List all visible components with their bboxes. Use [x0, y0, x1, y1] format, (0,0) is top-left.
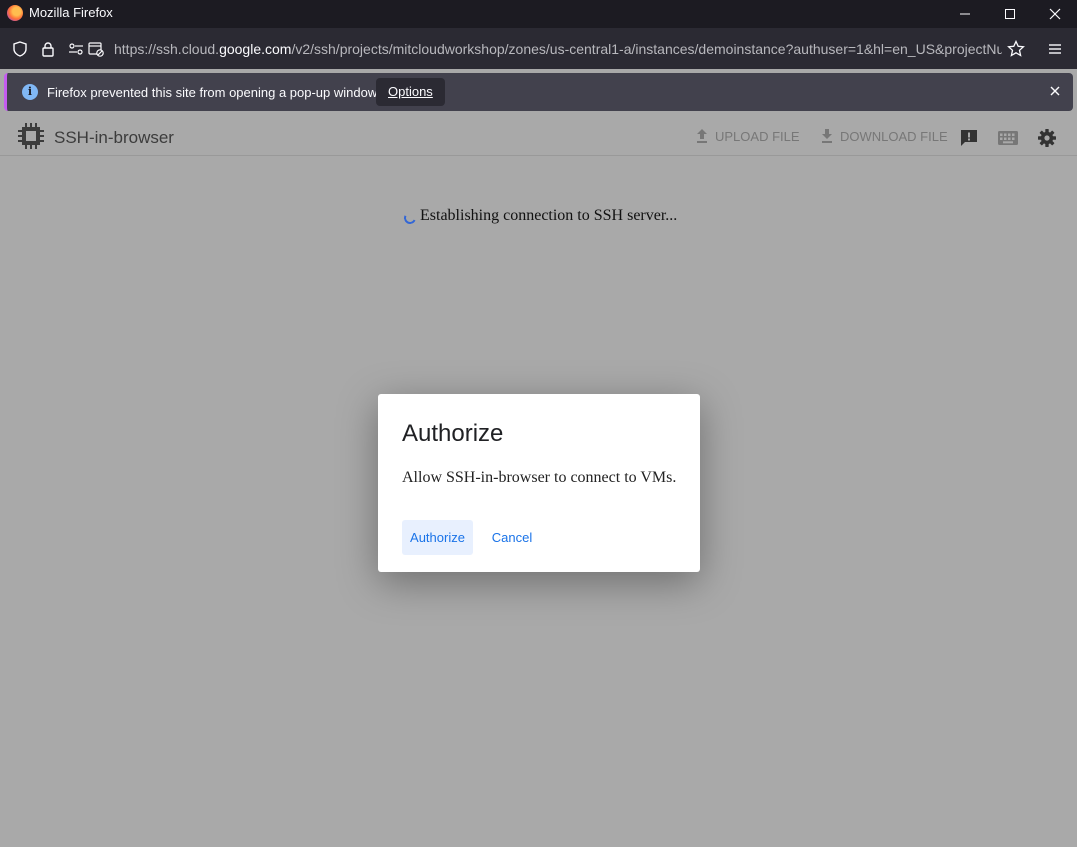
- firefox-logo-icon: [7, 5, 23, 21]
- chip-icon: [16, 121, 46, 156]
- app-menu-button[interactable]: [1045, 39, 1065, 59]
- feedback-button[interactable]: [958, 127, 980, 149]
- dialog-message: Allow SSH-in-browser to connect to VMs.: [402, 469, 677, 486]
- download-file-label: DOWNLOAD FILE: [840, 128, 948, 144]
- options-button[interactable]: Options: [376, 78, 445, 106]
- authorize-dialog: Authorize Allow SSH-in-browser to connec…: [378, 394, 700, 572]
- notification-close-button[interactable]: [1047, 83, 1063, 99]
- close-icon: [1049, 8, 1061, 20]
- popup-blocked-notification: i Firefox prevented this site from openi…: [4, 73, 1073, 111]
- minimize-button[interactable]: [942, 0, 988, 28]
- app-header: SSH-in-browser UPLOAD FILE DOWNLOAD FILE: [0, 117, 1077, 156]
- info-icon: i: [22, 84, 38, 100]
- popup-blocked-icon: [88, 42, 104, 57]
- close-icon: [1050, 86, 1060, 96]
- authorize-button[interactable]: Authorize: [402, 520, 473, 555]
- upload-file-button[interactable]: UPLOAD FILE: [695, 128, 800, 144]
- url-domain: google.com: [219, 41, 292, 57]
- permissions-icon: [69, 43, 83, 55]
- shield-icon: [13, 41, 27, 57]
- upload-icon: [697, 129, 707, 143]
- popup-blocked-button[interactable]: [86, 39, 106, 59]
- keyboard-button[interactable]: [997, 127, 1019, 149]
- connection-status: Establishing connection to SSH server...: [420, 207, 678, 224]
- url-suffix: /v2/ssh/projects/mitcloudworkshop/zones/…: [291, 41, 1002, 57]
- maximize-icon: [1005, 9, 1015, 19]
- bookmark-button[interactable]: [1006, 39, 1026, 59]
- gear-icon: [1038, 129, 1056, 147]
- keyboard-icon: [998, 131, 1018, 145]
- navigation-bar: https://ssh.cloud.google.com/v2/ssh/proj…: [0, 28, 1077, 69]
- settings-button[interactable]: [1036, 127, 1058, 149]
- close-window-button[interactable]: [1032, 0, 1077, 28]
- url-bar[interactable]: https://ssh.cloud.google.com/v2/ssh/proj…: [114, 41, 1002, 57]
- notification-message: Firefox prevented this site from opening…: [47, 85, 381, 100]
- permissions-button[interactable]: [66, 39, 86, 59]
- maximize-button[interactable]: [987, 0, 1033, 28]
- upload-file-label: UPLOAD FILE: [715, 128, 800, 144]
- minimize-icon: [960, 13, 970, 15]
- site-info-button[interactable]: [38, 39, 58, 59]
- menu-icon: [1049, 44, 1061, 54]
- download-file-button[interactable]: DOWNLOAD FILE: [820, 128, 948, 144]
- lock-icon: [42, 42, 54, 57]
- url-prefix: https://ssh.cloud.: [114, 41, 220, 57]
- download-icon: [822, 129, 832, 143]
- tracking-protection-button[interactable]: [10, 39, 30, 59]
- window-titlebar: Mozilla Firefox: [0, 0, 1077, 28]
- window-title: Mozilla Firefox: [29, 5, 113, 20]
- dialog-title: Authorize: [402, 420, 504, 447]
- feedback-icon: [961, 130, 977, 146]
- loading-spinner-icon: [402, 210, 418, 226]
- app-title: SSH-in-browser: [54, 128, 174, 147]
- star-icon: [1007, 40, 1025, 57]
- cancel-button[interactable]: Cancel: [485, 520, 539, 555]
